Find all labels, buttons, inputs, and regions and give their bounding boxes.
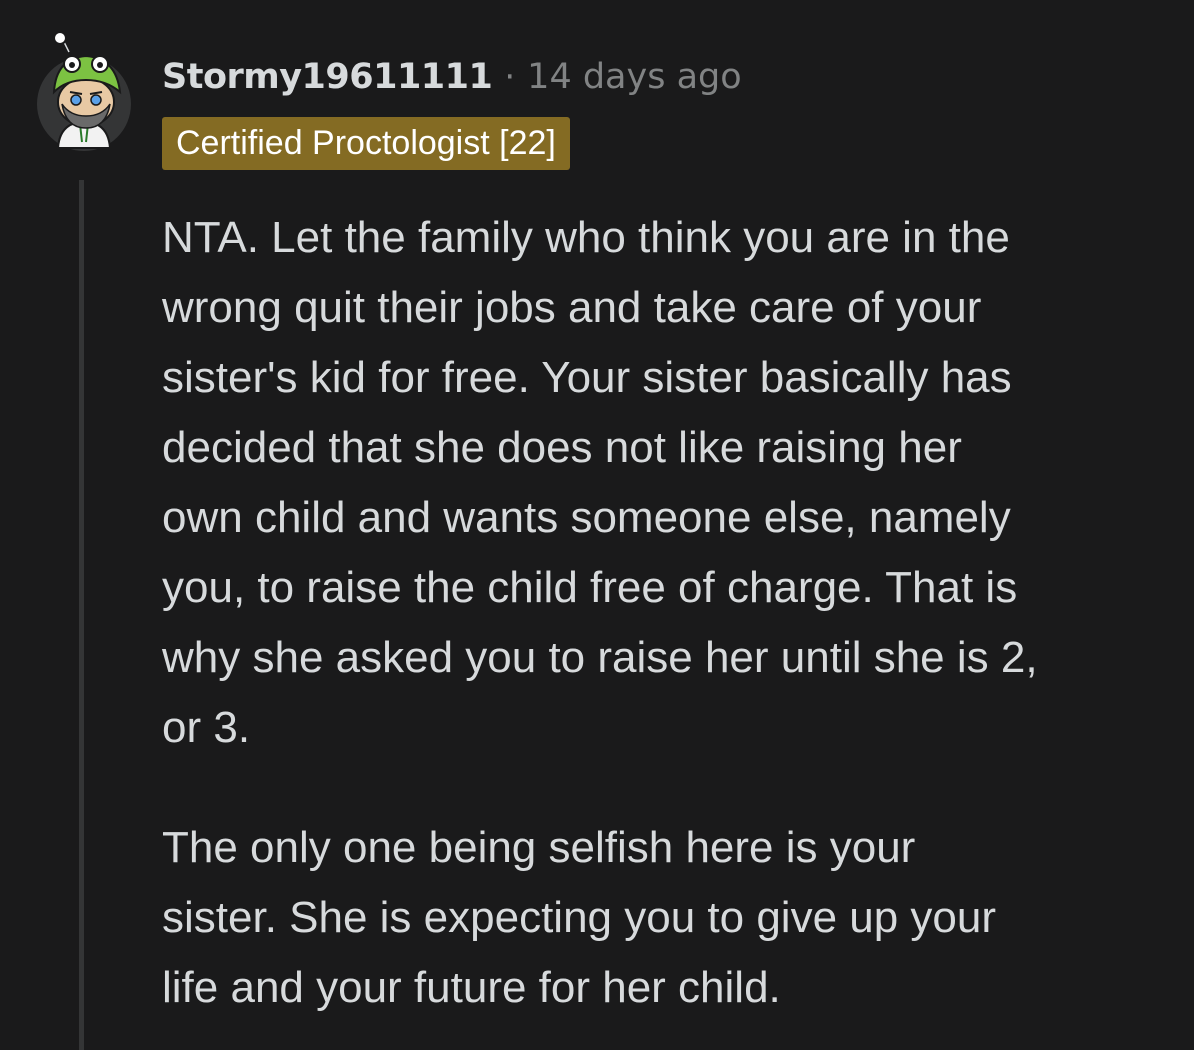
text-line: own child and wants someone else, namely [162,493,1011,542]
text-line: wrong quit their jobs and take care of y… [162,283,982,332]
username-link[interactable]: Stormy19611111 [162,57,493,97]
thread-collapse-line[interactable] [79,180,84,1050]
comment-timestamp[interactable]: 14 days ago [527,57,741,97]
text-line: or 3. [162,703,251,752]
meta-separator: · [504,57,516,97]
text-line: The only one being selfish here is your [162,823,916,872]
comment-paragraph: NTA. Let the family who think you are in… [162,203,1162,763]
comment-header: Stormy19611111 · 14 days ago [162,54,742,100]
text-line: sister's kid for free. Your sister basic… [162,353,1012,402]
user-avatar-icon[interactable] [36,30,136,155]
text-line: sister. She is expecting you to give up … [162,893,997,942]
user-flair-badge: Certified Proctologist [22] [162,117,570,170]
comment-body: NTA. Let the family who think you are in… [162,203,1162,1023]
text-line: NTA. Let the family who think you are in… [162,213,1010,262]
text-line: you, to raise the child free of charge. … [162,563,1018,612]
text-line: decided that she does not like raising h… [162,423,962,472]
text-line: life and your future for her child. [162,963,781,1012]
text-line: why she asked you to raise her until she… [162,633,1038,682]
comment-paragraph: The only one being selfish here is your … [162,813,1162,1023]
